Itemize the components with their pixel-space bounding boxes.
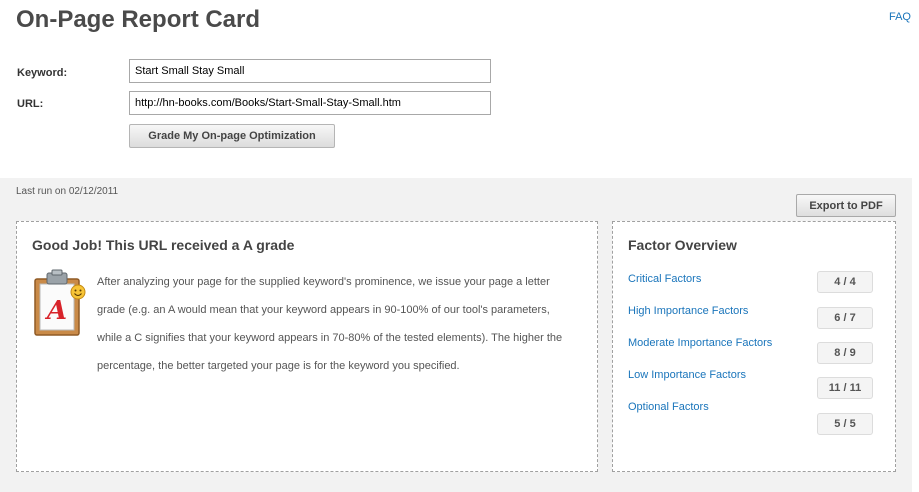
clipboard-grade-icon: A bbox=[34, 269, 86, 336]
grade-heading: Good Job! This URL received a A grade bbox=[32, 237, 295, 253]
faq-link[interactable]: FAQ bbox=[889, 11, 911, 23]
url-label: URL: bbox=[17, 98, 44, 110]
smiley-icon bbox=[70, 284, 86, 300]
factor-row-high: High Importance Factors 6 / 7 bbox=[628, 305, 874, 329]
factor-link-low[interactable]: Low Importance Factors bbox=[628, 369, 746, 381]
factor-row-moderate: Moderate Importance Factors 8 / 9 bbox=[628, 337, 874, 364]
factor-link-optional[interactable]: Optional Factors bbox=[628, 401, 709, 413]
factor-score-moderate: 8 / 9 bbox=[817, 342, 873, 364]
factor-row-low: Low Importance Factors 11 / 11 bbox=[628, 369, 874, 399]
grade-description: After analyzing your page for the suppli… bbox=[97, 276, 563, 372]
export-pdf-button[interactable]: Export to PDF bbox=[796, 194, 896, 217]
url-input[interactable] bbox=[129, 91, 491, 115]
keyword-input[interactable] bbox=[129, 59, 491, 83]
last-run-timestamp: Last run on 02/12/2011 bbox=[16, 186, 119, 197]
factor-link-moderate[interactable]: Moderate Importance Factors bbox=[628, 337, 772, 349]
factor-score-critical: 4 / 4 bbox=[817, 271, 873, 293]
page-title: On-Page Report Card bbox=[16, 6, 261, 33]
factor-row-critical: Critical Factors 4 / 4 bbox=[628, 271, 874, 297]
factor-link-high[interactable]: High Importance Factors bbox=[628, 305, 748, 317]
grade-letter: A bbox=[44, 296, 67, 326]
factor-row-optional: Optional Factors 5 / 5 bbox=[628, 401, 874, 435]
factor-overview-panel: Factor Overview Critical Factors 4 / 4 H… bbox=[612, 221, 896, 472]
keyword-label: Keyword: bbox=[17, 67, 68, 79]
grade-panel: Good Job! This URL received a A grade A … bbox=[16, 221, 598, 472]
factor-overview-heading: Factor Overview bbox=[628, 237, 737, 253]
factor-score-high: 6 / 7 bbox=[817, 307, 873, 329]
grade-optimization-button[interactable]: Grade My On-page Optimization bbox=[129, 124, 335, 148]
factor-score-low: 11 / 11 bbox=[817, 377, 873, 399]
factor-link-critical[interactable]: Critical Factors bbox=[628, 273, 701, 285]
factor-score-optional: 5 / 5 bbox=[817, 413, 873, 435]
results-area: Last run on 02/12/2011 Export to PDF Goo… bbox=[0, 178, 912, 492]
